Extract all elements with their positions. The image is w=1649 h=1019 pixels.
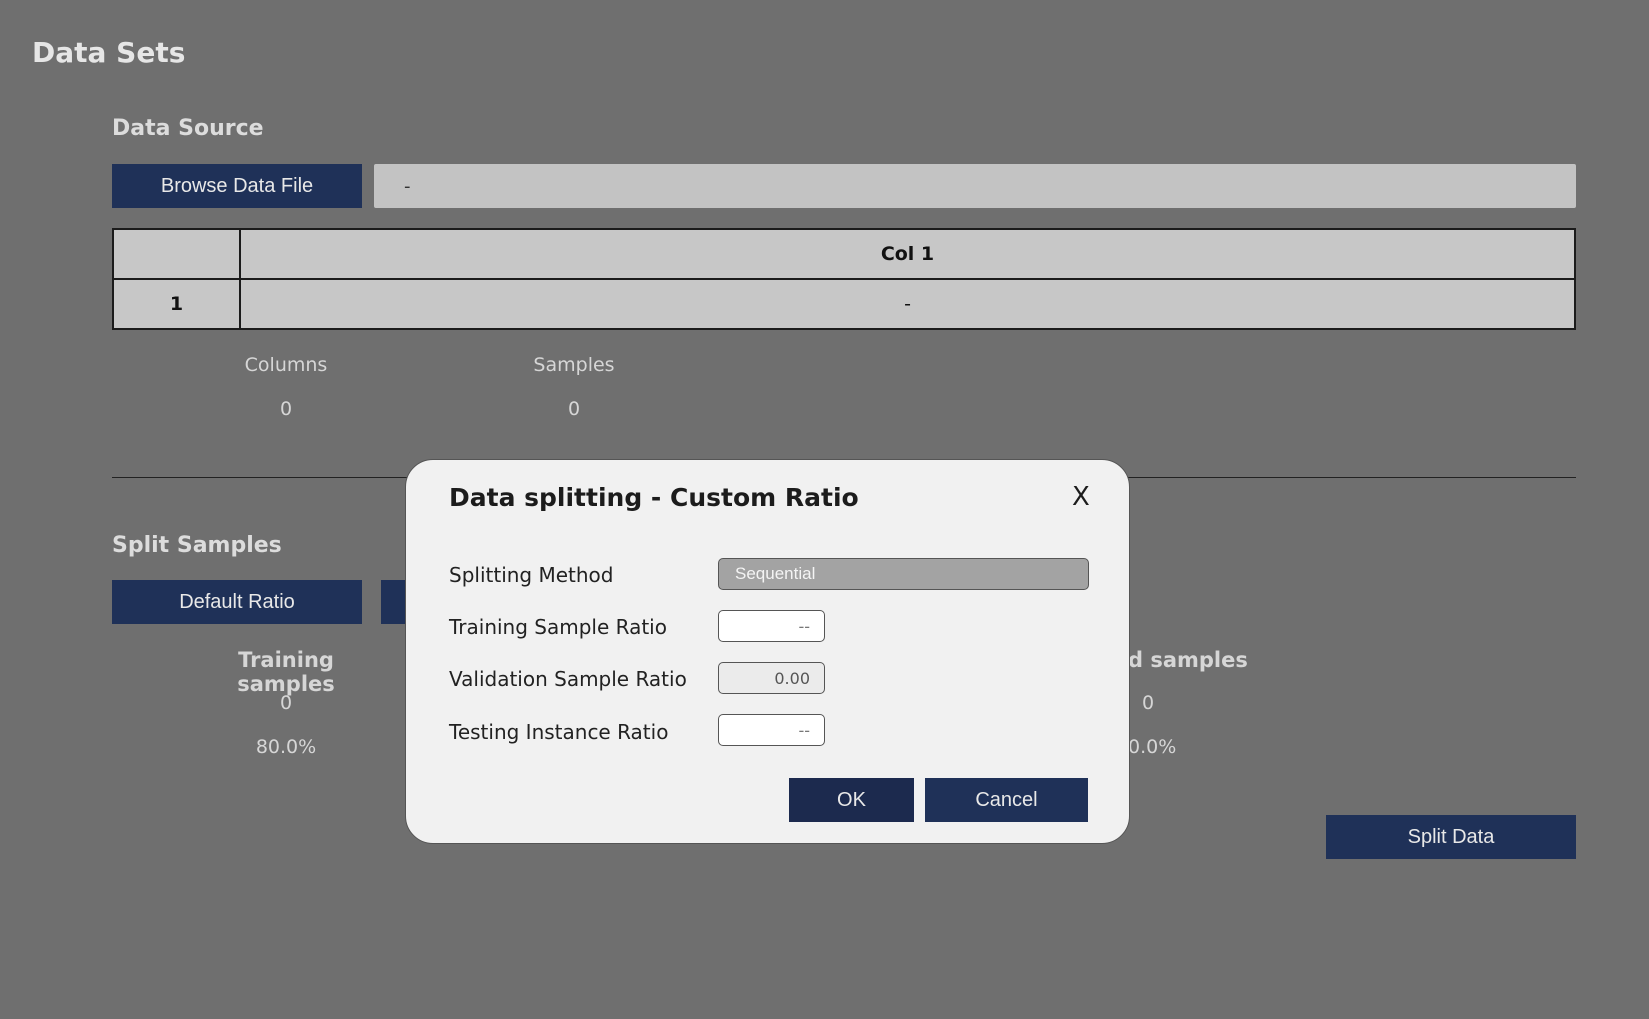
close-icon[interactable]: X — [1072, 482, 1090, 512]
samples-label: Samples — [533, 354, 615, 376]
training-ratio-input[interactable]: -- — [718, 610, 825, 642]
validation-ratio-input: 0.00 — [718, 662, 825, 694]
splitting-method-select[interactable]: Sequential — [718, 558, 1089, 590]
training-samples-label: Training samples — [237, 648, 335, 696]
testing-ratio-label: Testing Instance Ratio — [449, 720, 669, 744]
training-samples-percent: 80.0% — [255, 736, 317, 758]
page-title: Data Sets — [32, 36, 186, 69]
samples-value: 0 — [567, 398, 581, 420]
browse-data-file-button[interactable]: Browse Data File — [112, 164, 362, 208]
cancel-button[interactable]: Cancel — [925, 778, 1088, 822]
testing-ratio-input[interactable]: -- — [718, 714, 825, 746]
table-cell: - — [239, 278, 1576, 330]
file-path-display: - — [374, 164, 1576, 208]
custom-ratio-dialog: Data splitting - Custom Ratio X Splittin… — [405, 459, 1130, 844]
table-corner-cell — [112, 228, 241, 280]
columns-value: 0 — [279, 398, 293, 420]
dialog-title: Data splitting - Custom Ratio — [449, 483, 859, 512]
testing-samples-label: d samples — [1128, 648, 1248, 672]
table-header-row: Col 1 — [112, 228, 1576, 280]
table-row: 1 - — [112, 278, 1576, 330]
data-preview-table: Col 1 1 - — [112, 228, 1576, 330]
ok-button[interactable]: OK — [789, 778, 914, 822]
splitting-method-label: Splitting Method — [449, 563, 614, 587]
split-samples-heading: Split Samples — [112, 533, 282, 558]
training-samples-count: 0 — [279, 692, 293, 714]
default-ratio-button[interactable]: Default Ratio — [112, 580, 362, 624]
training-ratio-label: Training Sample Ratio — [449, 615, 667, 639]
testing-samples-percent: 0.0% — [1128, 736, 1177, 758]
columns-label: Columns — [244, 354, 328, 376]
split-data-button[interactable]: Split Data — [1326, 815, 1576, 859]
table-column-header: Col 1 — [239, 228, 1576, 280]
row-index-cell: 1 — [112, 278, 241, 330]
data-source-heading: Data Source — [112, 116, 264, 141]
validation-ratio-label: Validation Sample Ratio — [449, 667, 687, 691]
